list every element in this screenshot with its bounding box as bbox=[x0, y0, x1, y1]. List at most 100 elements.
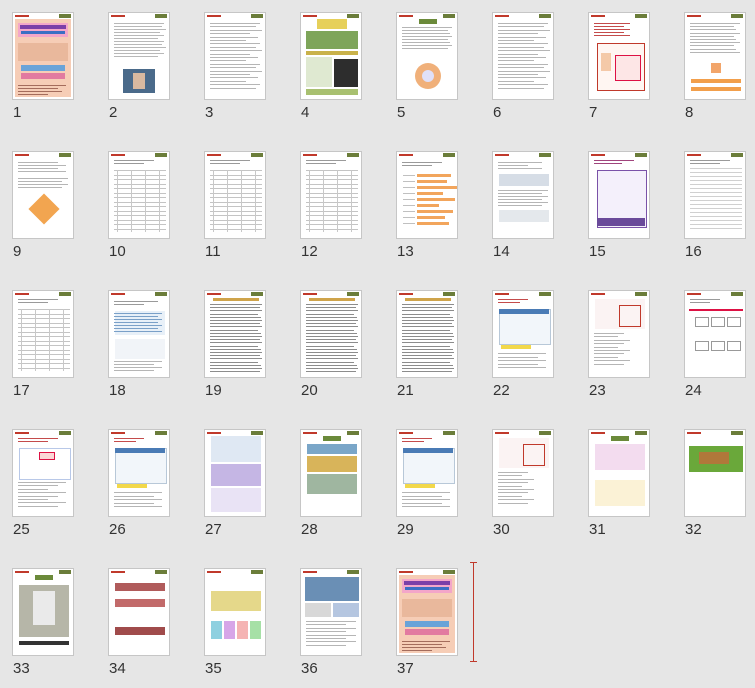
slide-logo bbox=[495, 432, 509, 434]
slide-number: 18 bbox=[109, 382, 126, 399]
slide-badge bbox=[347, 292, 359, 296]
slide-number: 15 bbox=[589, 243, 606, 260]
slide-number: 37 bbox=[397, 660, 414, 677]
slide-badge bbox=[155, 431, 167, 435]
slide-badge bbox=[731, 292, 743, 296]
slide-thumbnail[interactable] bbox=[588, 151, 650, 239]
slide-logo bbox=[495, 154, 509, 156]
slide-badge bbox=[59, 292, 71, 296]
slide-thumbnail[interactable] bbox=[204, 151, 266, 239]
slide-badge bbox=[731, 431, 743, 435]
slide-thumbnail[interactable] bbox=[492, 429, 554, 517]
slide-thumbnail[interactable] bbox=[684, 290, 746, 378]
slide-badge bbox=[443, 14, 455, 18]
slide-thumbnail[interactable] bbox=[300, 151, 362, 239]
slide-badge bbox=[59, 570, 71, 574]
slide-logo bbox=[207, 293, 221, 295]
slide-thumbnail[interactable] bbox=[684, 151, 746, 239]
slide-logo bbox=[591, 432, 605, 434]
slide-number: 32 bbox=[685, 521, 702, 538]
slide-thumbnail[interactable] bbox=[108, 429, 170, 517]
slide-thumbnail[interactable] bbox=[492, 12, 554, 100]
slide-badge bbox=[635, 292, 647, 296]
slide-thumbnail[interactable] bbox=[300, 12, 362, 100]
slide-logo bbox=[303, 15, 317, 17]
slide-thumbnail[interactable] bbox=[492, 290, 554, 378]
slide-logo bbox=[111, 571, 125, 573]
slide-thumbnail[interactable] bbox=[300, 290, 362, 378]
slide-thumbnail[interactable] bbox=[108, 568, 170, 656]
slide-badge bbox=[347, 14, 359, 18]
slide-thumbnail[interactable] bbox=[396, 12, 458, 100]
slide-badge bbox=[251, 431, 263, 435]
slide-badge bbox=[155, 14, 167, 18]
slide-logo bbox=[687, 15, 701, 17]
slide-thumbnail[interactable] bbox=[108, 290, 170, 378]
slide-badge bbox=[347, 570, 359, 574]
slide-badge bbox=[635, 153, 647, 157]
slide-logo bbox=[15, 154, 29, 156]
slide-badge bbox=[251, 14, 263, 18]
insertion-caret bbox=[470, 562, 477, 662]
slide-logo bbox=[591, 154, 605, 156]
slide-thumbnail[interactable] bbox=[588, 12, 650, 100]
slide-logo bbox=[399, 432, 413, 434]
slide-number: 4 bbox=[301, 104, 310, 121]
slide-logo bbox=[111, 432, 125, 434]
slide-number: 27 bbox=[205, 521, 222, 538]
slide-thumbnail[interactable] bbox=[396, 151, 458, 239]
slide-logo bbox=[207, 15, 221, 17]
slide-thumbnail[interactable] bbox=[588, 429, 650, 517]
slide-logo bbox=[495, 15, 509, 17]
slide-thumbnail[interactable] bbox=[12, 12, 74, 100]
slide-logo bbox=[399, 154, 413, 156]
slide-number: 2 bbox=[109, 104, 118, 121]
slide-number: 24 bbox=[685, 382, 702, 399]
slide-thumbnail[interactable] bbox=[204, 290, 266, 378]
slide-thumbnail[interactable] bbox=[300, 568, 362, 656]
slide-thumbnail[interactable] bbox=[396, 568, 458, 656]
slide-thumbnail[interactable] bbox=[204, 568, 266, 656]
slide-logo bbox=[399, 15, 413, 17]
slide-thumbnail[interactable] bbox=[12, 290, 74, 378]
slide-thumbnail[interactable] bbox=[492, 151, 554, 239]
slide-number: 33 bbox=[13, 660, 30, 677]
slide-number: 34 bbox=[109, 660, 126, 677]
slide-logo bbox=[111, 15, 125, 17]
slide-logo bbox=[15, 293, 29, 295]
slide-logo bbox=[111, 293, 125, 295]
slide-badge bbox=[59, 153, 71, 157]
slide-logo bbox=[15, 432, 29, 434]
slide-number: 11 bbox=[205, 243, 221, 260]
slide-number: 8 bbox=[685, 104, 694, 121]
slide-thumbnail[interactable] bbox=[588, 290, 650, 378]
slide-thumbnail[interactable] bbox=[108, 151, 170, 239]
slide-number: 31 bbox=[589, 521, 606, 538]
slide-badge bbox=[59, 431, 71, 435]
slide-number: 28 bbox=[301, 521, 318, 538]
slide-thumbnail[interactable] bbox=[12, 429, 74, 517]
slide-number: 20 bbox=[301, 382, 318, 399]
slide-badge bbox=[539, 431, 551, 435]
slide-thumbnail[interactable] bbox=[396, 429, 458, 517]
slide-thumbnail[interactable] bbox=[204, 429, 266, 517]
slide-logo bbox=[687, 154, 701, 156]
slide-thumbnail[interactable] bbox=[684, 12, 746, 100]
slide-number: 29 bbox=[397, 521, 414, 538]
slide-thumbnail[interactable] bbox=[204, 12, 266, 100]
slide-thumbnail[interactable] bbox=[12, 151, 74, 239]
slide-thumbnail[interactable] bbox=[108, 12, 170, 100]
slide-badge bbox=[635, 431, 647, 435]
slide-thumbnail[interactable] bbox=[684, 429, 746, 517]
slide-thumbnail[interactable] bbox=[300, 429, 362, 517]
slide-number: 9 bbox=[13, 243, 22, 260]
slide-number: 23 bbox=[589, 382, 606, 399]
slide-number: 21 bbox=[397, 382, 414, 399]
slide-number: 17 bbox=[13, 382, 30, 399]
slide-thumbnail[interactable] bbox=[396, 290, 458, 378]
slide-number: 6 bbox=[493, 104, 502, 121]
slide-thumbnail[interactable] bbox=[12, 568, 74, 656]
slide-logo bbox=[591, 15, 605, 17]
slide-number: 10 bbox=[109, 243, 126, 260]
slide-number: 14 bbox=[493, 243, 510, 260]
